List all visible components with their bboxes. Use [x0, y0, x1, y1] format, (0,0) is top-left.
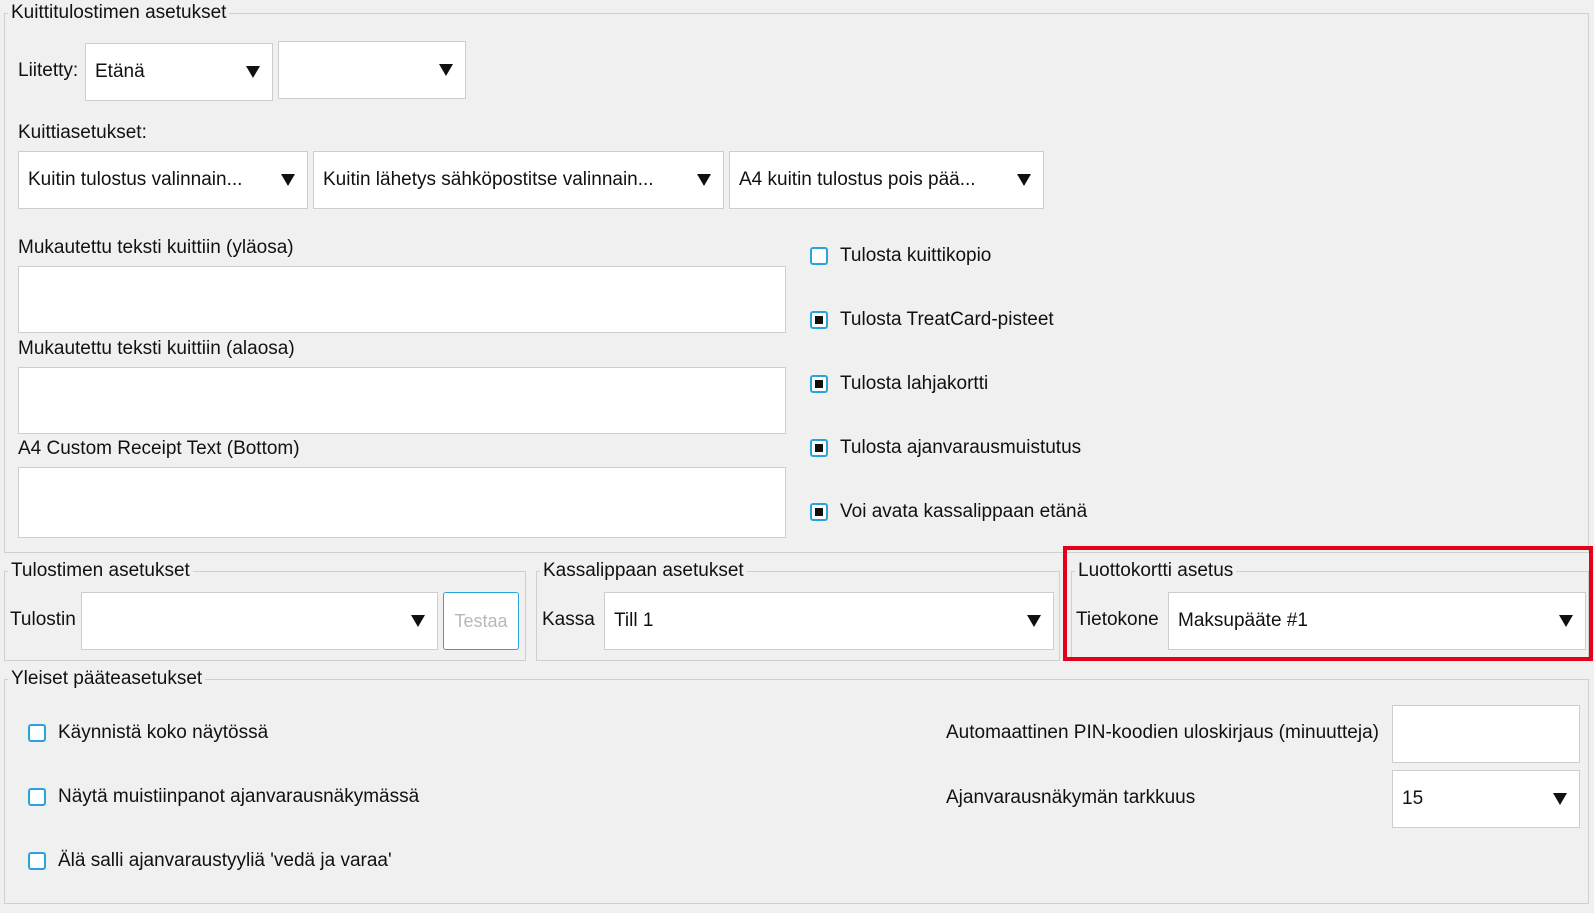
receipt-print-value: Kuitin tulostus valinnain...: [28, 169, 243, 190]
chevron-down-icon: [1027, 615, 1041, 627]
computer-label: Tietokone: [1076, 609, 1159, 630]
chevron-down-icon: [1559, 615, 1573, 627]
connected-label: Liitetty:: [18, 60, 79, 81]
chevron-down-icon: [439, 64, 453, 76]
chevron-down-icon: [246, 66, 260, 78]
checkbox-label: Tulosta lahjakortti: [840, 373, 989, 394]
general-settings-legend: Yleiset pääteasetukset: [11, 668, 203, 689]
checkbox-label: Älä salli ajanvaraustyyliä 'vedä ja vara…: [58, 850, 392, 871]
a4-custom-text-input[interactable]: [18, 467, 786, 538]
precision-label: Ajanvarausnäkymän tarkkuus: [946, 787, 1196, 808]
connection-target-dropdown[interactable]: [278, 41, 466, 99]
test-printer-button[interactable]: Testaa: [443, 592, 519, 650]
checkbox-box[interactable]: [810, 311, 828, 329]
a4-custom-text-label: A4 Custom Receipt Text (Bottom): [18, 438, 300, 459]
custom-text-top-label: Mukautettu teksti kuittiin (yläosa): [18, 237, 294, 258]
checkbox-box[interactable]: [810, 439, 828, 457]
connected-dropdown[interactable]: Etänä: [85, 43, 273, 101]
checkbox-box[interactable]: [810, 375, 828, 393]
print-appointment-reminder-checkbox[interactable]: Tulosta ajanvarausmuistutus: [810, 437, 1081, 459]
checkbox-label: Tulosta ajanvarausmuistutus: [840, 437, 1082, 458]
print-treatcard-points-checkbox[interactable]: Tulosta TreatCard-pisteet: [810, 309, 1054, 331]
show-notes-checkbox[interactable]: Näytä muistiinpanot ajanvarausnäkymässä: [28, 786, 419, 808]
fullscreen-start-checkbox[interactable]: Käynnistä koko näytössä: [28, 722, 268, 744]
checkbox-label: Näytä muistiinpanot ajanvarausnäkymässä: [58, 786, 420, 807]
payment-terminal-dropdown[interactable]: Maksupääte #1: [1168, 592, 1586, 650]
chevron-down-icon: [281, 174, 295, 186]
chevron-down-icon: [411, 615, 425, 627]
payment-terminal-value: Maksupääte #1: [1178, 610, 1308, 631]
checkbox-box[interactable]: [28, 724, 46, 742]
custom-text-bottom-input[interactable]: [18, 367, 786, 434]
a4-print-value: A4 kuitin tulostus pois pää...: [739, 169, 976, 190]
till-dropdown-value: Till 1: [614, 610, 654, 631]
printer-dropdown[interactable]: [81, 592, 438, 650]
checkbox-label: Tulosta TreatCard-pisteet: [840, 309, 1054, 330]
cash-drawer-legend: Kassalippaan asetukset: [543, 560, 744, 581]
pin-logout-input[interactable]: [1392, 705, 1580, 763]
chevron-down-icon: [697, 174, 711, 186]
checkbox-box[interactable]: [28, 852, 46, 870]
open-cash-drawer-remotely-checkbox[interactable]: Voi avata kassalippaan etänä: [810, 501, 1087, 523]
checkbox-box[interactable]: [810, 503, 828, 521]
receipt-settings-label: Kuittiasetukset:: [18, 122, 147, 143]
chevron-down-icon: [1017, 174, 1031, 186]
checkbox-box[interactable]: [810, 247, 828, 265]
a4-print-dropdown[interactable]: A4 kuitin tulostus pois pää...: [729, 151, 1044, 209]
checkbox-label: Voi avata kassalippaan etänä: [840, 501, 1088, 522]
till-dropdown[interactable]: Till 1: [604, 592, 1054, 650]
connected-dropdown-value: Etänä: [95, 61, 145, 82]
receipt-print-dropdown[interactable]: Kuitin tulostus valinnain...: [18, 151, 308, 209]
custom-text-top-input[interactable]: [18, 266, 786, 333]
receipt-email-dropdown[interactable]: Kuitin lähetys sähköpostitse valinnain..…: [313, 151, 724, 209]
precision-dropdown-value: 15: [1402, 788, 1424, 809]
print-gift-card-checkbox[interactable]: Tulosta lahjakortti: [810, 373, 988, 395]
printer-legend: Tulostimen asetukset: [11, 560, 190, 581]
credit-card-legend: Luottokortti asetus: [1078, 560, 1234, 581]
disable-drag-and-book-checkbox[interactable]: Älä salli ajanvaraustyyliä 'vedä ja vara…: [28, 850, 392, 872]
receipt-printer-legend: Kuittitulostimen asetukset: [11, 2, 227, 23]
receipt-email-value: Kuitin lähetys sähköpostitse valinnain..…: [323, 169, 654, 190]
chevron-down-icon: [1553, 793, 1567, 805]
till-label: Kassa: [542, 609, 595, 630]
pin-logout-label: Automaattinen PIN-koodien uloskirjaus (m…: [946, 722, 1379, 743]
checkbox-label: Tulosta kuittikopio: [840, 245, 992, 266]
print-receipt-copy-checkbox[interactable]: Tulosta kuittikopio: [810, 245, 991, 267]
checkbox-label: Käynnistä koko näytössä: [58, 722, 269, 743]
custom-text-bottom-label: Mukautettu teksti kuittiin (alaosa): [18, 338, 295, 359]
checkbox-box[interactable]: [28, 788, 46, 806]
printer-label: Tulostin: [10, 609, 76, 630]
precision-dropdown[interactable]: 15: [1392, 770, 1580, 828]
